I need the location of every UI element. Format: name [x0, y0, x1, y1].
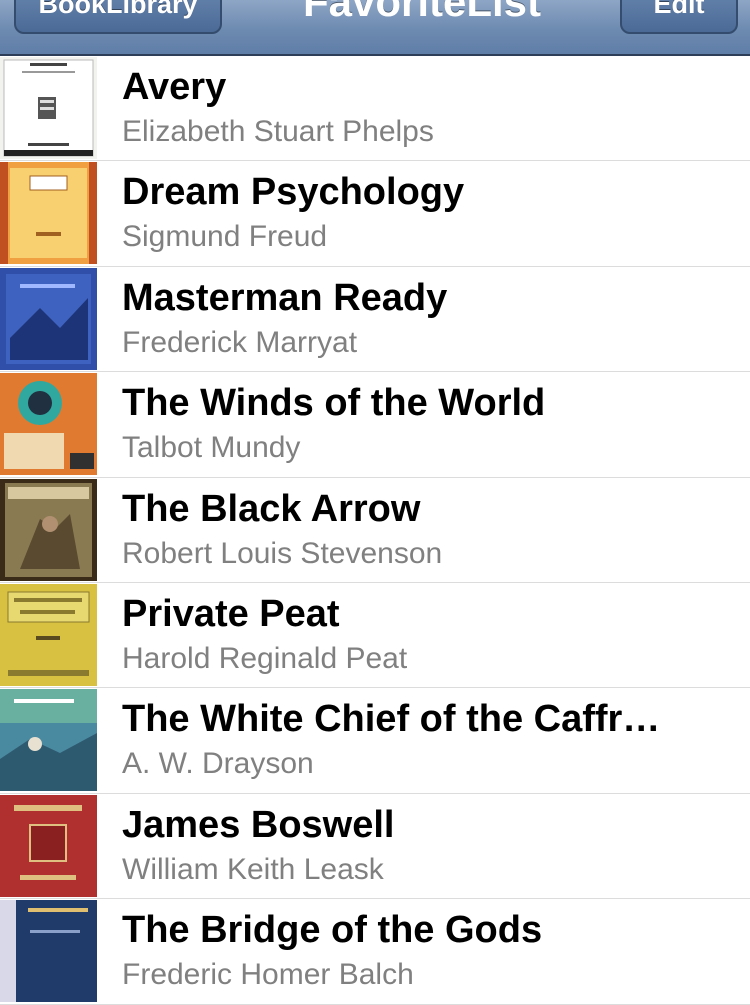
navigation-bar: BookLibrary FavoriteList Edit	[0, 0, 750, 56]
list-item[interactable]: The Bridge of the Gods Frederic Homer Ba…	[0, 899, 750, 1005]
favorites-list: Avery Elizabeth Stuart Phelps Dream Psyc…	[0, 56, 750, 1005]
list-item[interactable]: Avery Elizabeth Stuart Phelps	[0, 56, 750, 162]
nav-title: FavoriteList	[302, 0, 542, 25]
list-item[interactable]: Masterman Ready Frederick Marryat	[0, 267, 750, 373]
book-title: Dream Psychology	[122, 171, 465, 214]
back-button[interactable]: BookLibrary	[14, 0, 222, 34]
list-item[interactable]: The Winds of the World Talbot Mundy	[0, 372, 750, 478]
book-title: Avery	[122, 66, 227, 108]
book-cover-image	[0, 900, 97, 1003]
book-cover-image	[0, 478, 97, 581]
book-title: The White Chief of the Caffr…	[122, 698, 661, 741]
list-item[interactable]: James Boswell William Keith Leask	[0, 794, 750, 900]
edit-button[interactable]: Edit	[620, 0, 738, 34]
book-title: Private Peat	[122, 592, 340, 635]
book-cover-image	[0, 267, 97, 370]
book-author: William Keith Leask	[122, 852, 384, 886]
list-item[interactable]: The White Chief of the Caffr… A. W. Dray…	[0, 688, 750, 794]
book-cover-image	[0, 57, 97, 159]
book-title: The Black Arrow	[122, 487, 421, 530]
book-title: James Boswell	[122, 803, 395, 846]
book-title: The Bridge of the Gods	[122, 909, 543, 952]
list-item[interactable]: The Black Arrow Robert Louis Stevenson	[0, 478, 750, 583]
book-author: Frederick Marryat	[122, 325, 358, 359]
list-item[interactable]: Dream Psychology Sigmund Freud	[0, 161, 750, 267]
book-title: The Winds of the World	[122, 382, 546, 425]
book-cover-image	[0, 162, 97, 265]
list-item[interactable]: Private Peat Harold Reginald Peat	[0, 583, 750, 689]
book-cover-image	[0, 689, 97, 792]
book-author: Robert Louis Stevenson	[122, 536, 443, 570]
book-cover-image	[0, 794, 97, 897]
book-author: Harold Reginald Peat	[122, 641, 408, 675]
book-author: A. W. Drayson	[122, 747, 314, 781]
book-author: Elizabeth Stuart Phelps	[122, 115, 434, 148]
book-cover-image	[0, 373, 97, 476]
book-author: Sigmund Freud	[122, 220, 328, 254]
book-title: Masterman Ready	[122, 276, 448, 319]
book-author: Frederic Homer Balch	[122, 958, 414, 992]
book-cover-image	[0, 583, 97, 686]
book-author: Talbot Mundy	[122, 431, 301, 465]
